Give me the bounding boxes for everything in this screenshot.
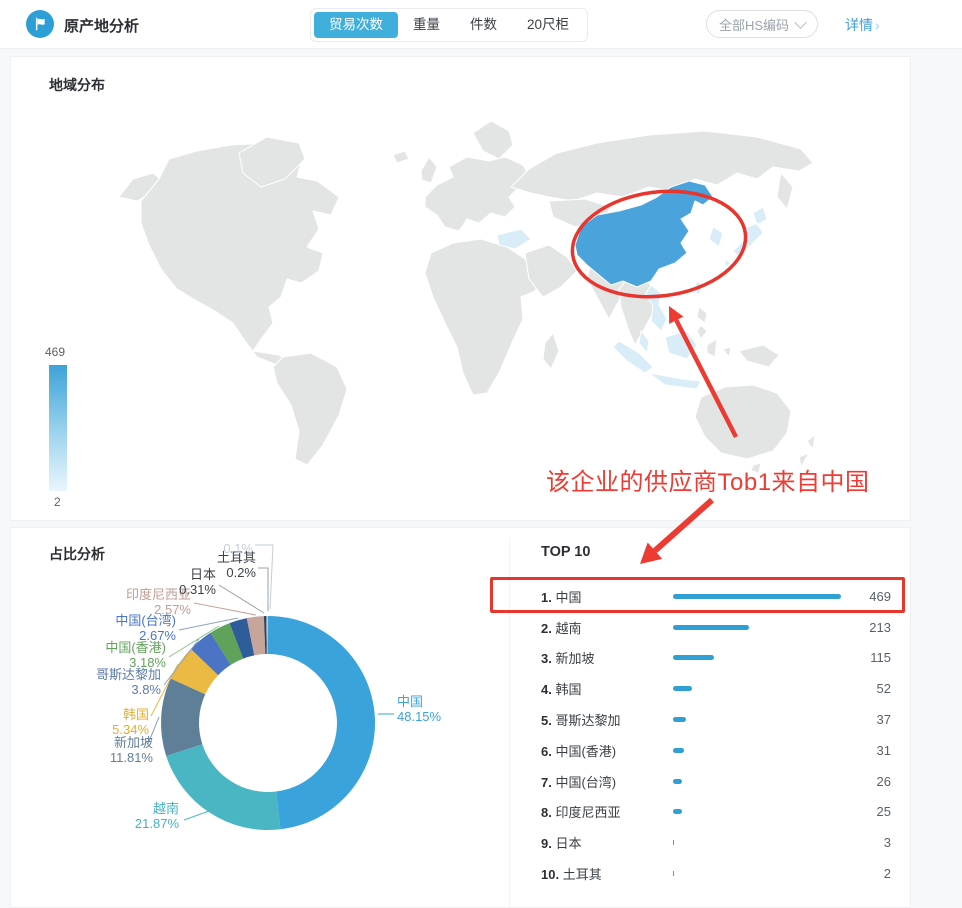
rank-label: 8. 印度尼西亚 [541,802,673,821]
chevron-down-icon [794,16,807,29]
pie-slice-越南[interactable] [166,744,280,830]
rank-bar [673,717,686,722]
region-turkey[interactable] [497,229,531,249]
region-japan[interactable] [725,207,767,267]
tab-2[interactable]: 重量 [398,12,455,38]
top10-list: 1. 中国4692. 越南2133. 新加坡1154. 韩国525. 哥斯达黎加… [541,581,891,889]
top10-row-3: 3. 新加坡 115 [541,643,891,674]
pie-label-line [184,811,209,820]
rank-value: 25 [841,804,891,819]
tab-3[interactable]: 件数 [455,12,512,38]
rank-value: 2 [841,866,891,881]
rank-label: 5. 哥斯达黎加 [541,710,673,729]
rank-bar [673,748,684,753]
pie-label-line [255,545,273,609]
rank-value: 37 [841,712,891,727]
pie-label-line [194,603,256,615]
rank-label: 4. 韩国 [541,679,673,698]
rank-value: 3 [841,835,891,850]
rank-value: 52 [841,681,891,696]
top10-row-9: 9. 日本 3 [541,827,891,858]
detail-link[interactable]: 详情› [845,15,880,35]
rank-label: 6. 中国(香港) [541,741,673,760]
annotation-highlight-rect [490,577,905,613]
legend-max-value: 469 [45,345,95,359]
top10-row-6: 6. 中国(香港) 31 [541,735,891,766]
pie-label: 日本0.31% [179,567,216,597]
rank-bar [673,871,674,876]
region-taiwan[interactable] [693,281,703,295]
region-malaysia[interactable] [639,331,649,353]
legend-min-value: 2 [54,495,95,509]
region-korea[interactable] [709,227,723,247]
map-legend: 469 2 [35,345,95,509]
pie-label-line [258,568,268,611]
pie-label: 中国(台湾)2.67% [115,613,176,643]
rank-bar [673,655,714,660]
pie-label: 哥斯达黎加3.8% [96,667,161,697]
rank-bar [673,779,682,784]
rank-label: 9. 日本 [541,833,673,852]
top10-row-7: 7. 中国(台湾) 26 [541,766,891,797]
rank-label: 7. 中国(台湾) [541,772,673,791]
rank-bar [673,625,749,630]
top10-row-10: 10. 土耳其 2 [541,858,891,889]
tab-1[interactable]: 贸易次数 [314,12,398,38]
rank-value: 31 [841,743,891,758]
pie-label: 越南21.87% [135,801,180,831]
rank-bar [673,809,682,814]
top10-row-2: 2. 越南 213 [541,612,891,643]
chevron-right-icon: › [875,17,880,33]
world-map[interactable] [11,57,912,522]
app-logo-flag-icon [26,10,54,38]
rank-value: 213 [841,620,891,635]
rank-value: 26 [841,774,891,789]
pie-label: 中国(香港)3.18% [105,640,166,670]
pie-slice-中国[interactable] [268,616,375,829]
top10-row-5: 5. 哥斯达黎加 37 [541,704,891,735]
top10-row-4: 4. 韩国 52 [541,673,891,704]
tab-4[interactable]: 20尺柜 [512,12,584,38]
region-indonesia[interactable] [613,331,701,389]
rank-bar [673,840,674,845]
map-card: 地域分布 469 2 [10,56,911,521]
legend-gradient-bar [49,365,67,491]
rank-label: 3. 新加坡 [541,648,673,667]
pie-label: 韩国5.34% [112,707,149,737]
top10-row-8: 8. 印度尼西亚 25 [541,797,891,828]
header-bar: 原产地分析 贸易次数重量件数20尺柜 全部HS编码 详情› [0,0,962,49]
hs-code-dropdown-value: 全部HS编码 [719,15,789,34]
pie-label: 0.1% [223,541,253,556]
landmass [119,121,815,473]
pie-label: 中国48.15% [397,694,442,724]
rank-label: 10. 土耳其 [541,864,673,883]
region-china[interactable] [575,181,713,287]
pie-label: 新加坡11.81% [110,735,154,765]
annotation-note: 该企业的供应商Tob1来自中国 [546,462,870,497]
rank-bar [673,686,692,691]
page-title: 原产地分析 [64,15,139,36]
hs-code-dropdown[interactable]: 全部HS编码 [706,10,818,38]
rank-label: 2. 越南 [541,618,673,637]
tab-group: 贸易次数重量件数20尺柜 [310,8,588,42]
rank-value: 115 [841,650,891,665]
